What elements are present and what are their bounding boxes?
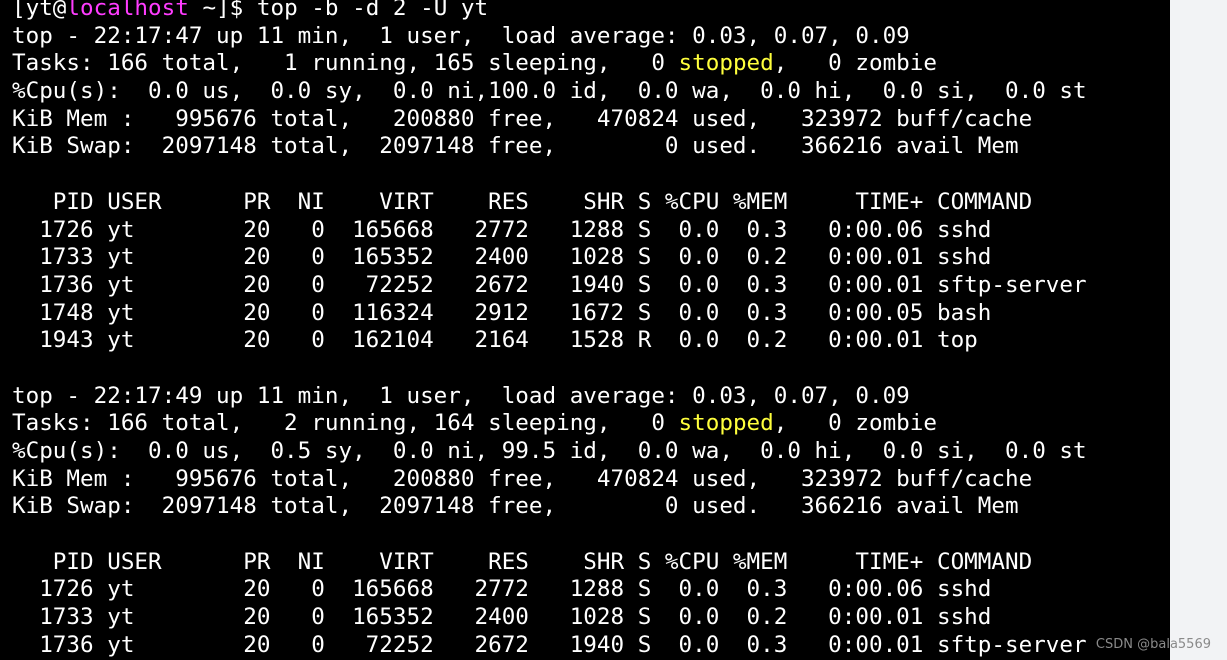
terminal-text-segment: %Cpu(s): 0.0 us, 0.5 sy, 0.0 ni, 99.5 id… — [12, 438, 1087, 464]
terminal-line: KiB Swap: 2097148 total, 2097148 free, 0… — [12, 133, 1087, 161]
terminal-line: %Cpu(s): 0.0 us, 0.0 sy, 0.0 ni,100.0 id… — [12, 78, 1087, 106]
terminal-text-segment: , 0 zombie — [773, 410, 937, 437]
terminal-line: Tasks: 166 total, 1 running, 165 sleepin… — [12, 50, 1087, 78]
terminal-line: 1733 yt 20 0 165352 2400 1028 S 0.0 0.2 … — [12, 604, 1087, 632]
terminal-line: PID USER PR NI VIRT RES SHR S %CPU %MEM … — [12, 189, 1087, 217]
terminal-text-segment: %Cpu(s): 0.0 us, 0.0 sy, 0.0 ni,100.0 id… — [12, 78, 1087, 105]
terminal-text-segment: KiB Mem : 995676 total, 200880 free, 470… — [12, 105, 1033, 132]
terminal-window[interactable]: [yt@localhost ~]$ top -b -d 2 -U yt top -… — [0, 0, 1170, 660]
terminal-text-segment: 1733 yt 20 0 165352 2400 1028 S 0.0 0.2 … — [12, 244, 992, 271]
terminal-line: PID USER PR NI VIRT RES SHR S %CPU %MEM … — [12, 549, 1087, 577]
terminal-text-segment: 1943 yt 20 0 162104 2164 1528 R 0.0 0.2 … — [12, 327, 978, 354]
terminal-line: 1733 yt 20 0 165352 2400 1028 S 0.0 0.2 … — [12, 244, 1087, 272]
terminal-line: 1726 yt 20 0 165668 2772 1288 S 0.0 0.3 … — [12, 576, 1087, 604]
terminal-text-segment: stopped — [678, 50, 774, 77]
terminal-text-segment: Tasks: 166 total, 2 running, 164 sleepin… — [12, 410, 679, 437]
terminal-text-segment: KiB Swap: 2097148 total, 2097148 free, 0… — [12, 493, 1019, 520]
terminal-text-segment: stopped — [678, 410, 774, 437]
terminal-text-segment: 1748 yt 20 0 116324 2912 1672 S 0.0 0.3 … — [12, 299, 992, 326]
terminal-line: %Cpu(s): 0.0 us, 0.5 sy, 0.0 ni, 99.5 id… — [12, 438, 1087, 466]
terminal-line: 1736 yt 20 0 72252 2672 1940 S 0.0 0.3 0… — [12, 631, 1087, 660]
terminal-text-segment: 1726 yt 20 0 165668 2772 1288 S 0.0 0.3 … — [12, 576, 992, 603]
terminal-text-segment: 1736 yt 20 0 72252 2672 1940 S 0.0 0.3 0… — [12, 271, 1087, 298]
terminal-text-segment: top - 22:17:47 up 11 min, 1 user, load a… — [12, 22, 910, 49]
terminal-line: top - 22:17:47 up 11 min, 1 user, load a… — [12, 23, 1087, 51]
terminal-text-segment: localhost — [66, 0, 189, 21]
terminal-line: Tasks: 166 total, 2 running, 164 sleepin… — [12, 410, 1087, 438]
terminal-output: [yt@localhost ~]$ top -b -d 2 -U yt top -… — [12, 0, 1087, 660]
terminal-line: KiB Swap: 2097148 total, 2097148 free, 0… — [12, 493, 1087, 521]
terminal-text-segment: Tasks: 166 total, 1 running, 165 sleepin… — [12, 50, 679, 77]
terminal-line: 1943 yt 20 0 162104 2164 1528 R 0.0 0.2 … — [12, 327, 1087, 355]
terminal-line: 1748 yt 20 0 116324 2912 1672 S 0.0 0.3 … — [12, 300, 1087, 328]
terminal-line: KiB Mem : 995676 total, 200880 free, 470… — [12, 466, 1087, 494]
terminal-text-segment: KiB Mem : 995676 total, 200880 free, 470… — [12, 465, 1033, 492]
terminal-text-segment: KiB Swap: 2097148 total, 2097148 free, 0… — [12, 133, 1019, 160]
terminal-text-segment: 1736 yt 20 0 72252 2672 1940 S 0.0 0.3 0… — [12, 631, 1087, 658]
terminal-line: 1736 yt 20 0 72252 2672 1940 S 0.0 0.3 0… — [12, 271, 1087, 300]
terminal-line: [yt@localhost ~]$ top -b -d 2 -U yt — [12, 0, 1087, 23]
terminal-text-segment: top - 22:17:49 up 11 min, 1 user, load a… — [12, 382, 910, 409]
terminal-text-segment: [yt@ — [12, 0, 67, 21]
terminal-line: KiB Mem : 995676 total, 200880 free, 470… — [12, 106, 1087, 134]
terminal-text-segment: , 0 zombie — [773, 50, 937, 77]
terminal-text-segment: PID USER PR NI VIRT RES SHR S %CPU %MEM … — [12, 548, 1033, 575]
terminal-text-segment: 1726 yt 20 0 165668 2772 1288 S 0.0 0.3 … — [12, 216, 992, 243]
terminal-line: 1726 yt 20 0 165668 2772 1288 S 0.0 0.3 … — [12, 217, 1087, 245]
terminal-text-segment: PID USER PR NI VIRT RES SHR S %CPU %MEM … — [12, 188, 1033, 215]
terminal-line: top - 22:17:49 up 11 min, 1 user, load a… — [12, 383, 1087, 411]
terminal-text-segment: 1733 yt 20 0 165352 2400 1028 S 0.0 0.2 … — [12, 604, 992, 631]
terminal-text-segment: ~]$ top -b -d 2 -U yt — [188, 0, 489, 21]
watermark: CSDN @bala5569 — [1095, 637, 1211, 652]
